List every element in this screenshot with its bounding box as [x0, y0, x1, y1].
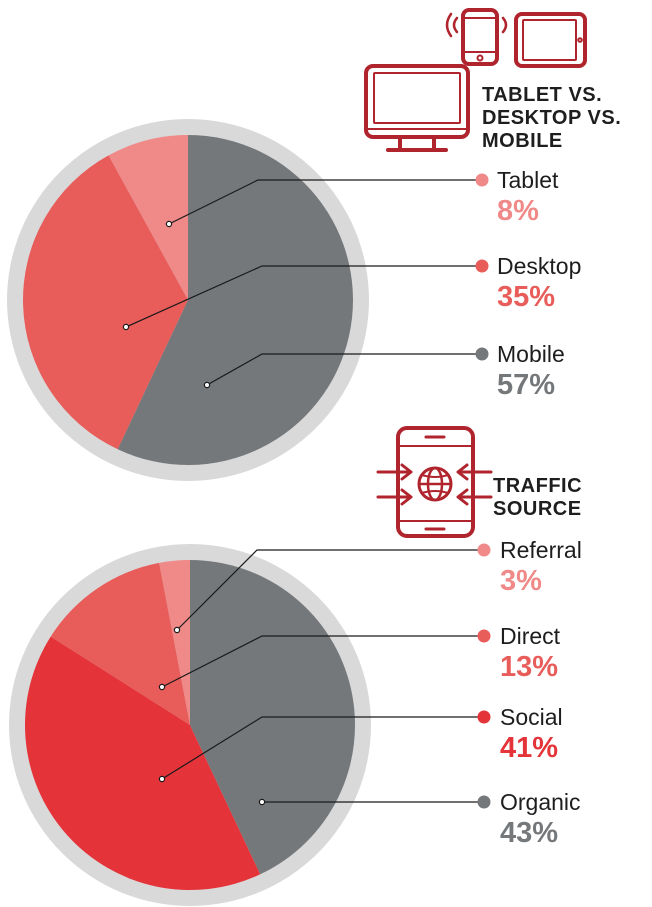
legend-dot-organic	[477, 795, 491, 809]
legend-value-referral: 3%	[500, 565, 542, 597]
leader-anchor	[158, 683, 166, 691]
legend-dot-referral	[477, 543, 491, 557]
legend-value-direct: 13%	[500, 651, 558, 683]
legend-label-tablet: Tablet	[497, 167, 559, 193]
legend-value-desktop: 35%	[497, 281, 555, 313]
pie-chart-devices	[7, 119, 369, 481]
legend-label-social: Social	[500, 704, 563, 730]
pie-slices	[22, 135, 353, 465]
legend-dot-social	[477, 710, 491, 724]
legend-label-referral: Referral	[500, 537, 582, 563]
leader-anchor	[203, 381, 211, 389]
legend-label-desktop: Desktop	[497, 253, 581, 279]
legend-label-mobile: Mobile	[497, 341, 565, 367]
title-line: TRAFFIC	[493, 475, 582, 497]
leader-anchor	[173, 626, 181, 634]
leader-anchor	[258, 798, 266, 806]
legend-value-social: 41%	[500, 732, 558, 764]
title-line: DESKTOP VS.	[482, 107, 621, 129]
legend-label-organic: Organic	[500, 789, 581, 815]
legend-value-organic: 43%	[500, 817, 558, 849]
legend-dot-tablet	[475, 173, 489, 187]
legend-value-tablet: 8%	[497, 195, 539, 227]
legend-dot-mobile	[475, 347, 489, 361]
leader-anchor	[122, 323, 130, 331]
legend-value-mobile: 57%	[497, 369, 555, 401]
legend-dot-direct	[477, 629, 491, 643]
legend-dot-desktop	[475, 259, 489, 273]
title-line: MOBILE	[482, 130, 563, 152]
chart-title-devices: TABLET VS. DESKTOP VS. MOBILE	[482, 84, 621, 152]
pie-chart-traffic	[9, 544, 371, 906]
legend-label-direct: Direct	[500, 623, 561, 649]
leader-anchor	[158, 775, 166, 783]
infographic-canvas: Tablet8% Desktop35% Mobile57% Referral3% Di…	[7, 8, 621, 906]
traffic-phone-globe-icon	[376, 426, 493, 538]
chart-title-traffic: TRAFFIC SOURCE	[493, 475, 582, 520]
title-line: TABLET VS.	[482, 84, 602, 106]
title-line: SOURCE	[493, 498, 582, 520]
leader-anchor	[165, 220, 173, 228]
pie-slices	[25, 560, 355, 890]
devices-icon	[364, 8, 587, 152]
